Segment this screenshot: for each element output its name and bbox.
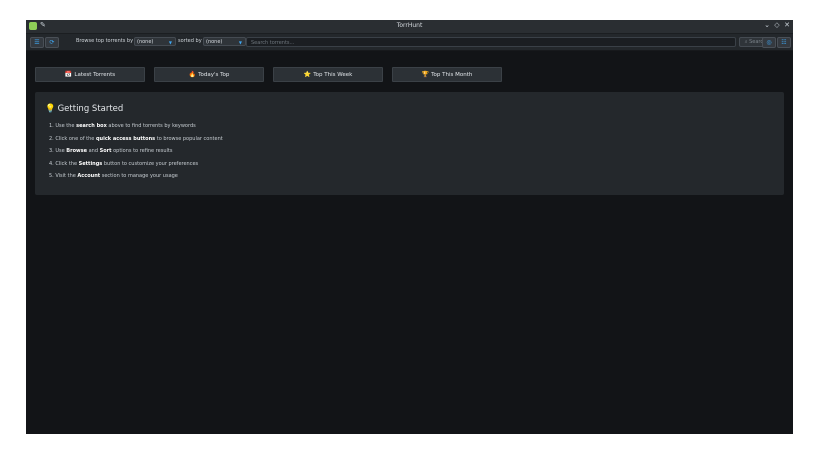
step-keyword: Sort	[99, 148, 112, 154]
quick-button-label: Latest Torrents	[74, 72, 116, 78]
step-keyword: Browse	[66, 148, 87, 154]
steps-list: 1. Use the search box above to find torr…	[49, 123, 223, 186]
sort-label: sorted by	[178, 38, 202, 44]
refresh-button[interactable]: ⟳	[45, 37, 59, 48]
fire-icon: 🔥	[188, 71, 197, 78]
step-text: 1. Use the	[49, 123, 77, 129]
chevron-down-icon: ▼	[168, 40, 172, 45]
step-keyword: Account	[77, 173, 101, 179]
step-text: options to refine results	[111, 148, 173, 154]
search-input[interactable]: Search torrents...	[246, 37, 736, 47]
list-item: 3. Use Browse and Sort options to refine…	[49, 148, 223, 161]
browse-select-value: (none)	[137, 39, 154, 45]
top-this-month-button[interactable]: 🏆 Top This Month	[392, 67, 502, 82]
getting-started-title-text: Getting Started	[57, 104, 124, 114]
top-this-week-button[interactable]: ⭐ Top This Week	[273, 67, 383, 82]
calendar-icon: 📅	[64, 71, 73, 78]
step-text: to browse popular content	[155, 135, 223, 142]
maximize-icon[interactable]: ◇	[774, 21, 780, 29]
star-icon: ⭐	[303, 71, 312, 78]
getting-started-card: 💡 Getting Started 1. Use the search box a…	[35, 92, 784, 195]
title-bar: ✎ TorrHunt ⌄ ◇ ✕	[26, 20, 793, 34]
step-keyword: search box	[76, 123, 107, 129]
search-icon: ⌕	[744, 39, 748, 45]
chevron-down-icon: ▼	[238, 40, 242, 45]
quick-button-label: Top This Month	[431, 72, 473, 78]
list-item: 4. Click the Settings button to customiz…	[49, 161, 223, 174]
toolbar: ☰ ⟳ Browse top torrents by (none) ▼ sort…	[26, 34, 793, 51]
menu-icon: ☰	[34, 39, 40, 46]
getting-started-title: 💡 Getting Started	[45, 104, 123, 114]
step-text: section to manage your usage	[100, 173, 178, 179]
step-keyword: Settings	[78, 160, 103, 167]
list-item: 1. Use the search box above to find torr…	[49, 123, 223, 136]
account-icon: ◎	[766, 39, 772, 46]
quick-button-label: Today's Top	[198, 72, 230, 78]
latest-torrents-button[interactable]: 📅 Latest Torrents	[35, 67, 145, 82]
step-text: 3. Use	[49, 148, 67, 154]
step-text: button to customize your preferences	[102, 160, 199, 167]
step-text: 4. Click the	[49, 160, 79, 167]
list-item: 5. Visit the Account section to manage y…	[49, 173, 223, 186]
sort-select-value: (none)	[206, 39, 223, 45]
settings-icon: ☷	[781, 39, 787, 46]
browse-label: Browse top torrents by	[76, 38, 134, 44]
trophy-icon: 🏆	[421, 71, 430, 78]
close-icon[interactable]: ✕	[784, 21, 790, 29]
app-window: ✎ TorrHunt ⌄ ◇ ✕ ☰ ⟳ Browse top torrents…	[26, 20, 793, 434]
window-controls: ⌄ ◇ ✕	[764, 21, 790, 29]
minimize-icon[interactable]: ⌄	[764, 21, 770, 29]
account-button[interactable]: ◎	[762, 37, 776, 48]
menu-button[interactable]: ☰	[30, 37, 44, 48]
step-keyword: quick access buttons	[95, 135, 156, 142]
lightbulb-icon: 💡	[45, 104, 56, 114]
refresh-icon: ⟳	[49, 39, 55, 46]
list-item: 2. Click one of the quick access buttons…	[49, 136, 223, 149]
window-title: TorrHunt	[396, 22, 423, 29]
settings-button[interactable]: ☷	[777, 37, 791, 48]
todays-top-button[interactable]: 🔥 Today's Top	[154, 67, 264, 82]
step-text: above to find torrents by keywords	[106, 123, 196, 129]
step-text: and	[87, 148, 100, 154]
sort-select[interactable]: (none) ▼	[203, 37, 246, 46]
browse-select[interactable]: (none) ▼	[134, 37, 176, 46]
step-text: 5. Visit the	[49, 173, 78, 179]
quick-button-label: Top This Week	[313, 72, 353, 78]
step-text: 2. Click one of the	[49, 135, 96, 142]
